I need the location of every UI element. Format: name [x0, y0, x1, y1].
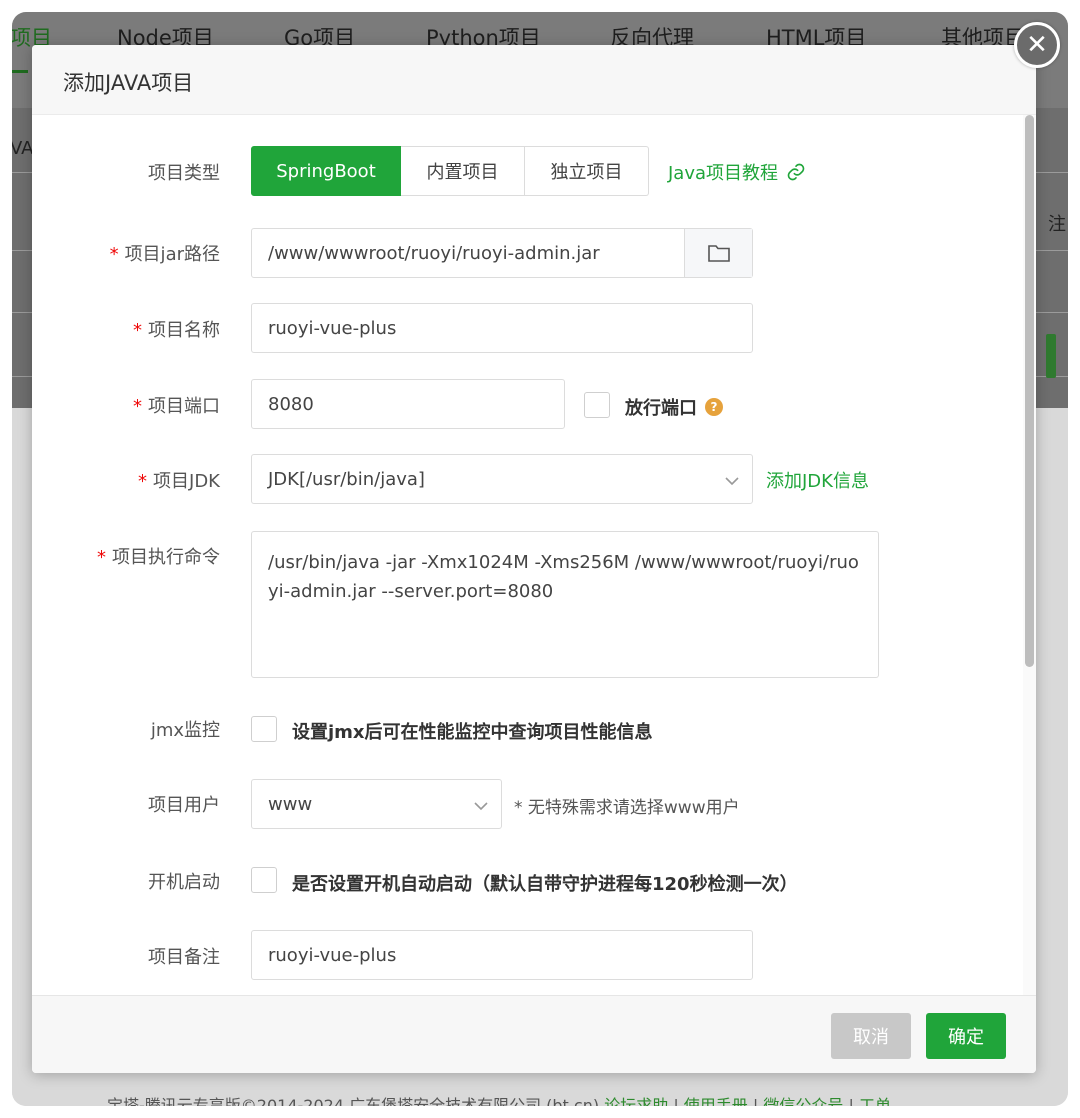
link-icon [786, 162, 806, 182]
exec-command-textarea[interactable]: /usr/bin/java -jar -Xmx1024M -Xms256M /w… [251, 531, 879, 678]
jar-path-label: * 项目jar路径 [109, 244, 220, 265]
close-button[interactable]: ✕ [1014, 22, 1060, 68]
remark-input[interactable]: ruoyi-vue-plus [251, 930, 753, 980]
jmx-description: 设置jmx后可在性能监控中查询项目性能信息 [292, 722, 653, 743]
footer-link-manual[interactable]: 使用手册 [684, 1096, 748, 1106]
footer-copyright: 宝塔-腾讯云专享版©2014-2024 广东堡塔安全技术有限公司 (bt.cn) [107, 1096, 600, 1106]
project-type-label: 项目类型 [148, 163, 220, 184]
project-name-input[interactable]: ruoyi-vue-plus [251, 303, 753, 353]
scrollbar-thumb[interactable] [1025, 115, 1034, 667]
java-tutorial-link-text: Java项目教程 [668, 163, 779, 184]
footer-link-ticket[interactable]: 工单 [859, 1096, 891, 1106]
project-port-label: * 项目端口 [133, 396, 220, 417]
project-jdk-label: * 项目JDK [138, 471, 220, 492]
type-springboot-button[interactable]: SpringBoot [251, 146, 401, 196]
tab-active-indicator [12, 70, 28, 73]
background-text-fragment: VA [12, 138, 34, 159]
jmx-label: jmx监控 [150, 720, 220, 741]
footer-link-wechat[interactable]: 微信公众号 [763, 1096, 843, 1106]
type-standalone-button[interactable]: 独立项目 [525, 146, 649, 196]
project-name-label: * 项目名称 [133, 320, 220, 341]
dialog-scrollbar[interactable] [1023, 115, 1036, 995]
close-icon: ✕ [1026, 30, 1048, 60]
jmx-checkbox[interactable] [251, 716, 277, 742]
autostart-label: 开机启动 [148, 872, 220, 893]
type-builtin-button[interactable]: 内置项目 [401, 146, 525, 196]
page-footer: 宝塔-腾讯云专享版©2014-2024 广东堡塔安全技术有限公司 (bt.cn)… [107, 1092, 891, 1106]
jdk-select[interactable]: JDK[/usr/bin/java] [251, 454, 753, 504]
allow-port-checkbox[interactable] [584, 392, 610, 418]
autostart-description: 是否设置开机自动启动（默认自带守护进程每120秒检测一次） [292, 874, 798, 895]
chevron-down-icon [473, 797, 489, 818]
java-tutorial-link[interactable]: Java项目教程 [668, 159, 806, 185]
cancel-button[interactable]: 取消 [831, 1013, 911, 1059]
footer-link-forum[interactable]: 论坛求助 [604, 1096, 668, 1106]
browse-folder-button[interactable] [684, 229, 752, 277]
chevron-down-icon [724, 472, 740, 493]
add-jdk-link[interactable]: 添加JDK信息 [766, 467, 869, 493]
confirm-button[interactable]: 确定 [926, 1013, 1006, 1059]
add-java-project-dialog: 添加JAVA项目 项目类型 SpringBoot 内置项目 独立项目 Java项… [32, 45, 1036, 1073]
remark-label: 项目备注 [148, 947, 220, 968]
exec-command-label: * 项目执行命令 [97, 547, 220, 568]
folder-icon [707, 243, 731, 263]
project-port-input[interactable]: 8080 [251, 379, 565, 429]
background-button [1046, 334, 1056, 378]
help-icon[interactable]: ? [705, 398, 723, 416]
project-type-selector: SpringBoot 内置项目 独立项目 [251, 146, 649, 196]
autostart-checkbox[interactable] [251, 867, 277, 893]
dialog-title: 添加JAVA项目 [63, 71, 194, 95]
project-user-select[interactable]: www [251, 779, 502, 829]
project-user-hint: * 无特殊需求请选择www用户 [514, 798, 740, 818]
dialog-footer: 取消 确定 [32, 995, 1036, 1073]
allow-port-label: 放行端口 [625, 398, 697, 419]
allow-port-option: 放行端口 ? [625, 394, 723, 420]
background-text-fragment: 注 [1048, 214, 1066, 235]
project-user-label: 项目用户 [148, 795, 220, 816]
dialog-header: 添加JAVA项目 [32, 45, 1036, 115]
jar-path-input[interactable]: /www/wwwroot/ruoyi/ruoyi-admin.jar [251, 228, 753, 278]
